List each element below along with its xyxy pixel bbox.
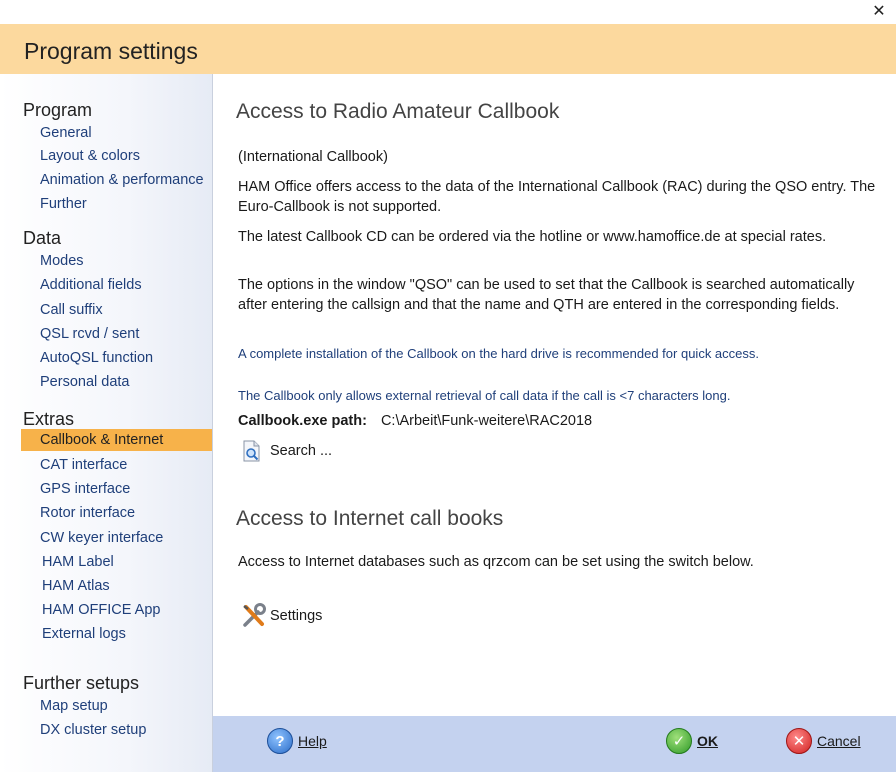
cancel-icon: ✕ [786, 728, 812, 754]
internet-text: Access to Internet databases such as qrz… [238, 554, 754, 570]
callbook-path-label: Callbook.exe path: [238, 413, 367, 429]
help-icon: ? [267, 728, 293, 754]
section-title-further-setups: Further setups [23, 673, 140, 693]
sidebar-item-rotor-interface[interactable]: Rotor interface [40, 505, 135, 521]
help-label: Help [298, 733, 327, 749]
section-title-program: Program [23, 100, 93, 120]
sidebar-item-cat-interface[interactable]: CAT interface [40, 457, 127, 473]
intl-callbook-label: (International Callbook) [238, 149, 388, 165]
callbook-heading: Access to Radio Amateur Callbook [236, 100, 560, 123]
sidebar-item-call-suffix[interactable]: Call suffix [40, 302, 103, 318]
sidebar-item-further[interactable]: Further [40, 196, 87, 212]
search-label: Search ... [270, 443, 333, 459]
sidebar-item-dx-cluster-setup[interactable]: DX cluster setup [40, 722, 146, 738]
callbook-paragraph-2: The latest Callbook CD can be ordered vi… [238, 229, 827, 245]
sidebar: Program General Layout & colors Animatio… [0, 74, 213, 772]
callbook-note-install: A complete installation of the Callbook … [238, 346, 759, 361]
page-title: Program settings [24, 38, 198, 64]
sidebar-item-map-setup[interactable]: Map setup [40, 698, 108, 714]
close-icon[interactable]: ✕ [870, 2, 888, 20]
sidebar-item-personal-data[interactable]: Personal data [40, 374, 129, 390]
callbook-paragraph-3: The options in the window "QSO" can be u… [238, 277, 855, 313]
ok-button[interactable]: ✓ OK [666, 728, 718, 754]
main-panel: Access to Radio Amateur Callbook (Intern… [213, 74, 896, 716]
sidebar-item-qsl-rcvd-sent[interactable]: QSL rcvd / sent [40, 326, 139, 342]
sidebar-item-layout-colors[interactable]: Layout & colors [40, 148, 140, 164]
settings-label: Settings [270, 608, 323, 624]
search-file-icon [242, 440, 262, 462]
sidebar-item-ham-office-app[interactable]: HAM OFFICE App [42, 602, 160, 618]
callbook-note-length: The Callbook only allows external retrie… [238, 388, 731, 403]
callbook-path-value: C:\Arbeit\Funk-weitere\RAC2018 [380, 413, 593, 429]
sidebar-item-callbook-internet[interactable]: Callbook & Internet [21, 429, 212, 451]
section-title-extras: Extras [23, 409, 75, 429]
footer-bar: ? Help ✓ OK ✕ Cancel [213, 716, 896, 772]
cancel-button[interactable]: ✕ Cancel [786, 728, 861, 754]
sidebar-item-ham-label[interactable]: HAM Label [42, 554, 114, 570]
title-bar: ✕ [0, 0, 896, 24]
internet-heading: Access to Internet call books [236, 507, 504, 530]
section-title-data: Data [23, 228, 62, 248]
tools-icon [241, 603, 267, 629]
sidebar-item-autoqsl[interactable]: AutoQSL function [40, 350, 153, 366]
sidebar-item-ham-atlas[interactable]: HAM Atlas [42, 578, 110, 594]
sidebar-item-additional-fields[interactable]: Additional fields [40, 277, 142, 293]
ok-label: OK [697, 733, 718, 749]
sidebar-item-general[interactable]: General [40, 125, 92, 141]
callbook-path-row: Callbook.exe path: C:\Arbeit\Funk-weiter… [238, 411, 878, 431]
search-button[interactable]: Search ... [242, 440, 332, 462]
cancel-label: Cancel [817, 733, 861, 749]
sidebar-item-modes[interactable]: Modes [40, 253, 84, 269]
help-button[interactable]: ? Help [267, 728, 327, 754]
sidebar-item-gps-interface[interactable]: GPS interface [40, 481, 130, 497]
sidebar-item-animation-performance[interactable]: Animation & performance [40, 172, 204, 188]
callbook-paragraph-1: HAM Office offers access to the data of … [238, 179, 876, 215]
sidebar-item-external-logs[interactable]: External logs [42, 626, 126, 642]
settings-button[interactable]: Settings [241, 603, 322, 629]
header: Program settings [0, 24, 896, 74]
sidebar-item-cw-keyer[interactable]: CW keyer interface [40, 530, 163, 546]
checkmark-icon: ✓ [666, 728, 692, 754]
